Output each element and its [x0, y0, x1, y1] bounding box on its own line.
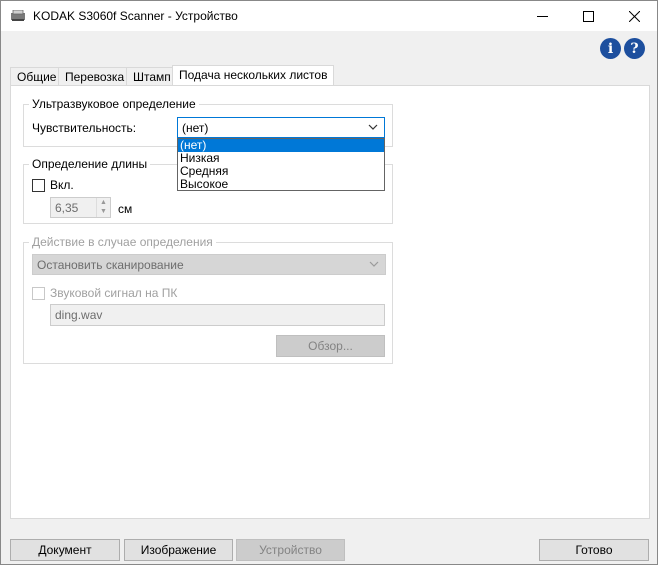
browse-button[interactable]: Обзор... — [276, 335, 385, 357]
sound-file-input[interactable]: ding.wav — [50, 304, 385, 326]
close-button[interactable] — [611, 1, 657, 31]
close-icon — [628, 10, 640, 22]
length-spinbox[interactable]: 6,35 ▲ ▼ — [50, 197, 111, 218]
sensitivity-label: Чувствительность: — [32, 121, 137, 135]
info-glyph: i — [607, 40, 614, 57]
sound-checkbox[interactable] — [32, 287, 45, 300]
done-button[interactable]: Готово — [539, 539, 649, 561]
tab-transport[interactable]: Перевозка — [58, 67, 132, 86]
scanner-icon — [11, 10, 25, 21]
minimize-button[interactable] — [519, 1, 565, 31]
spin-arrows-icon[interactable]: ▲ ▼ — [96, 198, 110, 217]
length-title: Определение длины — [29, 157, 151, 171]
maximize-button[interactable] — [565, 1, 611, 31]
action-select[interactable]: Остановить сканирование — [32, 254, 386, 275]
sensitivity-select[interactable]: (нет) — [177, 117, 385, 138]
option-high[interactable]: Высокое — [178, 178, 384, 191]
tab-general[interactable]: Общие — [10, 67, 64, 86]
device-button[interactable]: Устройство — [236, 539, 345, 561]
image-button[interactable]: Изображение — [124, 539, 233, 561]
sensitivity-value: (нет) — [182, 121, 209, 135]
window: KODAK S3060f Scanner - Устройство i ? Об… — [0, 0, 658, 565]
sensitivity-dropdown: (нет) Низкая Средняя Высокое — [177, 138, 385, 191]
window-title: KODAK S3060f Scanner - Устройство — [33, 9, 238, 23]
length-enable-label: Вкл. — [50, 178, 74, 192]
maximize-icon — [582, 10, 594, 22]
help-icon[interactable]: ? — [624, 38, 645, 59]
action-value: Остановить сканирование — [37, 258, 184, 272]
title-bar: KODAK S3060f Scanner - Устройство — [1, 1, 657, 31]
document-button[interactable]: Документ — [10, 539, 120, 561]
chevron-down-icon — [369, 261, 379, 267]
help-glyph: ? — [630, 40, 639, 57]
tab-multifeed[interactable]: Подача нескольких листов — [172, 65, 335, 87]
length-unit: см — [118, 202, 133, 216]
ultrasonic-title: Ультразвуковое определение — [29, 97, 199, 111]
chevron-down-icon — [368, 124, 378, 130]
sound-label: Звуковой сигнал на ПК — [50, 286, 178, 300]
length-value: 6,35 — [55, 201, 79, 215]
action-title: Действие в случае определения — [29, 235, 216, 249]
length-enable-checkbox[interactable] — [32, 179, 45, 192]
minimize-icon — [536, 15, 548, 17]
info-icon[interactable]: i — [600, 38, 621, 59]
tab-stamp[interactable]: Штамп — [126, 67, 178, 86]
